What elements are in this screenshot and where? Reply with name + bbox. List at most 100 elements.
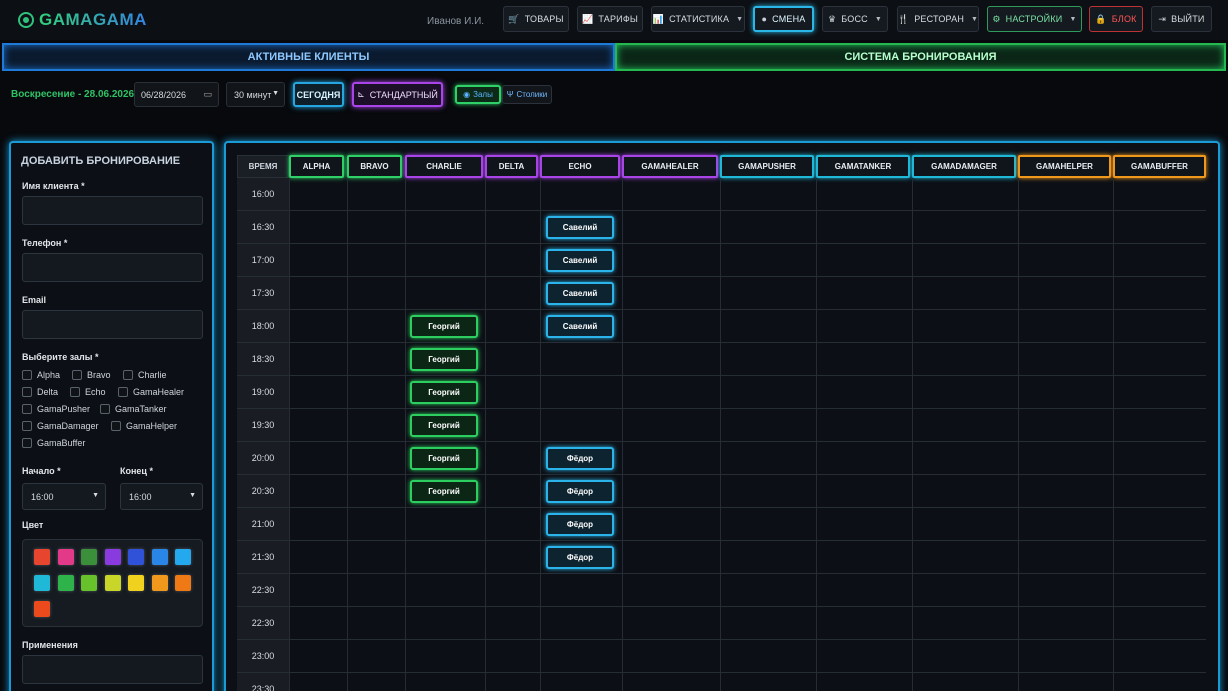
color-swatch[interactable] xyxy=(151,549,168,565)
hall-column-header-charlie[interactable]: CHARLIE xyxy=(405,155,483,178)
hall-column-header-gamahelper[interactable]: GAMAHELPER xyxy=(1018,155,1111,178)
checkbox-box[interactable] xyxy=(123,370,133,380)
today-button[interactable]: СЕГОДНЯ xyxy=(293,82,344,107)
checkbox-box[interactable] xyxy=(22,438,32,448)
end-time-value: 16:00 xyxy=(129,492,152,502)
color-swatch[interactable] xyxy=(81,549,97,565)
color-swatch[interactable] xyxy=(81,575,97,591)
restaurant-nav-button[interactable]: 🍴 РЕСТОРАН ▼ xyxy=(897,6,979,32)
color-swatch[interactable] xyxy=(57,549,74,565)
checkbox-box[interactable] xyxy=(100,404,110,414)
hall-checkbox-alpha[interactable]: Alpha xyxy=(22,370,60,380)
booking-block[interactable]: Савелий xyxy=(546,282,614,305)
booking-block[interactable]: Георгий xyxy=(410,381,478,404)
color-swatch[interactable] xyxy=(128,549,144,565)
booking-block[interactable]: Фёдор xyxy=(546,513,614,536)
color-swatch[interactable] xyxy=(175,575,191,591)
halls-label: Выберите залы * xyxy=(22,352,99,362)
color-swatch[interactable] xyxy=(34,575,50,591)
color-swatch[interactable] xyxy=(104,575,121,591)
hall-column-header-gamabuffer[interactable]: GAMABUFFER xyxy=(1113,155,1206,178)
logout-nav-button[interactable]: ⇥ ВЫЙТИ xyxy=(1151,6,1212,32)
hall-checkbox-label: Bravo xyxy=(87,370,111,380)
email-input[interactable] xyxy=(22,310,203,339)
hall-checkbox-gamahealer[interactable]: GamaHealer xyxy=(118,387,184,397)
logo[interactable]: GAMAGAMA xyxy=(18,10,147,30)
checkbox-box[interactable] xyxy=(118,387,128,397)
hall-checkbox-gamapusher[interactable]: GamaPusher xyxy=(22,404,90,414)
checkbox-box[interactable] xyxy=(22,370,32,380)
date-picker-input[interactable]: 06/28/2026 ▭ xyxy=(134,82,219,107)
hall-checkbox-bravo[interactable]: Bravo xyxy=(72,370,111,380)
color-swatch[interactable] xyxy=(151,575,168,591)
checkbox-box[interactable] xyxy=(22,421,32,431)
date-value: 06/28/2026 xyxy=(141,90,187,100)
hall-column-header-delta[interactable]: DELTA xyxy=(485,155,538,178)
hall-checkbox-charlie[interactable]: Charlie xyxy=(123,370,167,380)
stats-nav-button[interactable]: 📊 СТАТИСТИКА ▼ xyxy=(651,6,745,32)
tab-active-clients[interactable]: АКТИВНЫЕ КЛИЕНТЫ xyxy=(2,43,615,71)
tables-view-button[interactable]: Ψ Столики xyxy=(502,85,552,104)
booking-block[interactable]: Савелий xyxy=(546,216,614,239)
color-swatch[interactable] xyxy=(128,575,144,591)
booking-block[interactable]: Георгий xyxy=(410,414,478,437)
booking-block[interactable]: Савелий xyxy=(546,315,614,338)
booking-block[interactable]: Георгий xyxy=(410,447,478,470)
booking-block[interactable]: Георгий xyxy=(410,348,478,371)
utensils-icon: 🍴 xyxy=(897,13,910,24)
hall-column-header-bravo[interactable]: BRAVO xyxy=(347,155,402,178)
shift-nav-button[interactable]: ● СМЕНА xyxy=(753,6,814,32)
client-name-input[interactable] xyxy=(22,196,203,225)
color-swatch[interactable] xyxy=(57,575,74,591)
hall-column-header-gamapusher[interactable]: GAMAPUSHER xyxy=(720,155,814,178)
start-time-select[interactable]: 16:00 ▼ xyxy=(22,483,106,510)
hall-column-header-echo[interactable]: ECHO xyxy=(540,155,620,178)
standard-view-button[interactable]: ⊾ СТАНДАРТНЫЙ xyxy=(352,82,443,107)
color-swatch[interactable] xyxy=(34,601,50,617)
hall-checkbox-gamatanker[interactable]: GamaTanker xyxy=(100,404,167,414)
grid-line xyxy=(289,441,1206,442)
end-time-select[interactable]: 16:00 ▼ xyxy=(120,483,203,510)
hall-column-header-alpha[interactable]: ALPHA xyxy=(289,155,344,178)
hall-column-header-gamahealer[interactable]: GAMAHEALER xyxy=(622,155,718,178)
goods-nav-button[interactable]: 🛒 ТОВАРЫ xyxy=(503,6,569,32)
tariffs-nav-button[interactable]: 📈 ТАРИФЫ xyxy=(577,6,643,32)
halls-view-button[interactable]: ◉ Залы xyxy=(455,85,501,104)
settings-nav-button[interactable]: ⚙ НАСТРОЙКИ ▼ xyxy=(987,6,1082,32)
booking-block[interactable]: Георгий xyxy=(410,480,478,503)
hall-column-header-gamatanker[interactable]: GAMATANKER xyxy=(816,155,910,178)
checkbox-box[interactable] xyxy=(72,370,82,380)
color-swatch[interactable] xyxy=(34,549,50,565)
calendar-icon[interactable]: ▭ xyxy=(203,89,212,100)
clock-icon: ● xyxy=(761,14,768,24)
tab-booking-system[interactable]: СИСТЕМА БРОНИРОВАНИЯ xyxy=(615,43,1226,71)
hall-checkbox-echo[interactable]: Echo xyxy=(70,387,106,397)
booking-block[interactable]: Георгий xyxy=(410,315,478,338)
hall-checkbox-gamabuffer[interactable]: GamaBuffer xyxy=(22,438,85,448)
grid-line xyxy=(289,639,1206,640)
chevron-down-icon: ▼ xyxy=(92,492,99,499)
hall-column-header-gamadamager[interactable]: GAMADAMAGER xyxy=(912,155,1016,178)
color-swatch[interactable] xyxy=(175,549,191,565)
checkbox-box[interactable] xyxy=(70,387,80,397)
top-navbar: GAMAGAMA Иванов И.И. 🛒 ТОВАРЫ 📈 ТАРИФЫ 📊 СТАТ… xyxy=(0,0,1228,40)
block-nav-button[interactable]: 🔒 БЛОК xyxy=(1089,6,1143,32)
notes-input[interactable] xyxy=(22,655,203,684)
checkbox-box[interactable] xyxy=(22,404,32,414)
hall-checkbox-gamadamager[interactable]: GamaDamager xyxy=(22,421,99,431)
grid-line xyxy=(289,276,1206,277)
boss-nav-button[interactable]: ♛ БОСС ▼ xyxy=(822,6,888,32)
booking-block[interactable]: Фёдор xyxy=(546,546,614,569)
interval-select[interactable]: 30 минут ▼ xyxy=(226,82,285,107)
hall-checkbox-label: GamaHelper xyxy=(126,421,178,431)
phone-input[interactable] xyxy=(22,253,203,282)
hall-checkbox-gamahelper[interactable]: GamaHelper xyxy=(111,421,177,431)
checkbox-box[interactable] xyxy=(111,421,121,431)
booking-block[interactable]: Фёдор xyxy=(546,447,614,470)
hall-checkbox-label: GamaHealer xyxy=(133,387,185,397)
booking-block[interactable]: Савелий xyxy=(546,249,614,272)
color-swatch[interactable] xyxy=(104,549,121,565)
hall-checkbox-delta[interactable]: Delta xyxy=(22,387,58,397)
booking-block[interactable]: Фёдор xyxy=(546,480,614,503)
checkbox-box[interactable] xyxy=(22,387,32,397)
